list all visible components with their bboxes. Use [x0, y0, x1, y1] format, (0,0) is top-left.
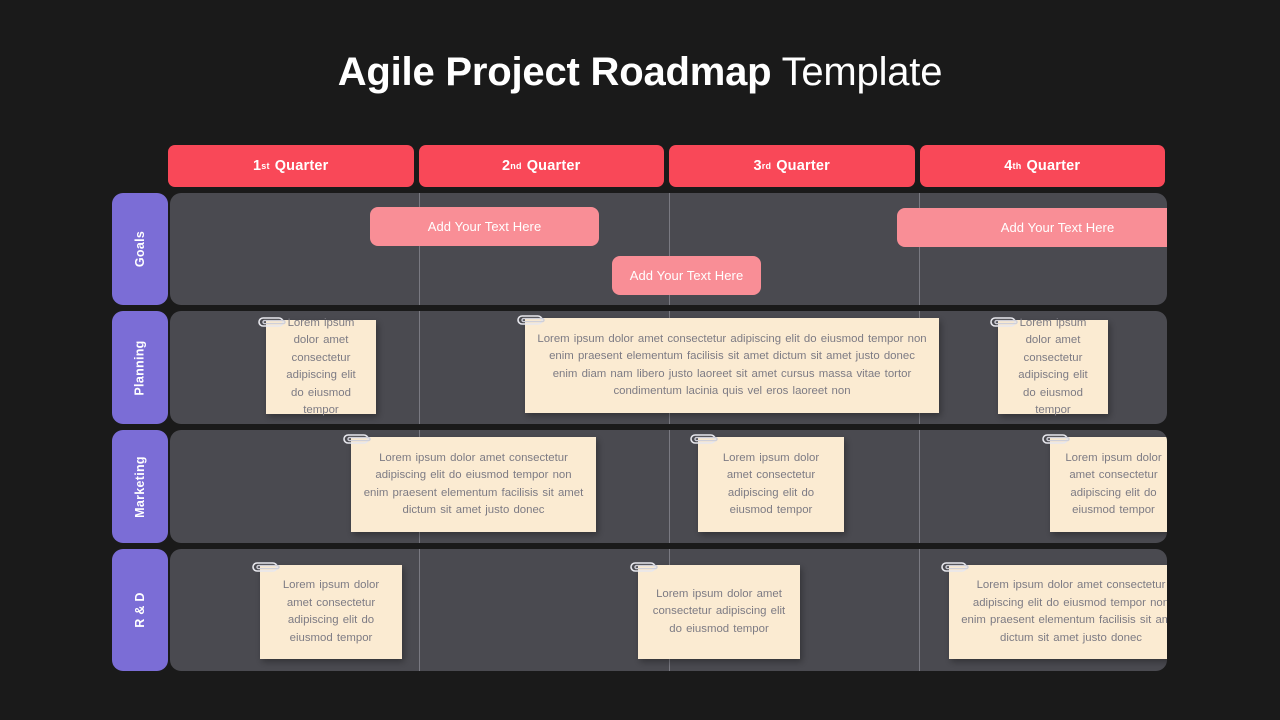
marketing-note-3[interactable]: Lorem ipsum dolor amet consectetur adipi…	[1042, 434, 1167, 532]
marketing-note-2[interactable]: Lorem ipsum dolor amet consectetur adipi…	[690, 434, 844, 532]
paperclip-icon	[990, 317, 1018, 327]
planning-note-2[interactable]: Lorem ipsum dolor amet consectetur adipi…	[517, 315, 939, 413]
quarter-ordinal-4: 4	[1004, 158, 1013, 174]
quarter-header-1[interactable]: 1st Quarter	[168, 145, 414, 187]
paperclip-icon	[1042, 434, 1070, 444]
row-goals: Goals Add Your Text Here Add Your Text H…	[112, 193, 1167, 305]
rnd-note-2[interactable]: Lorem ipsum dolor amet consectetur adipi…	[630, 562, 800, 659]
row-label-tab-marketing[interactable]: Marketing	[112, 430, 168, 543]
goals-text-box-3-label: Add Your Text Here	[1000, 220, 1115, 235]
page-title: Agile Project Roadmap Template	[0, 50, 1280, 95]
paperclip-icon	[630, 562, 658, 572]
row-label-rnd: R & D	[133, 592, 147, 628]
row-label-tab-planning[interactable]: Planning	[112, 311, 168, 424]
goals-text-box-2[interactable]: Add Your Text Here	[612, 256, 761, 295]
planning-note-2-text: Lorem ipsum dolor amet consectetur adipi…	[537, 332, 927, 398]
row-body-rnd: Lorem ipsum dolor amet consectetur adipi…	[170, 549, 1167, 671]
planning-note-1-text: Lorem ipsum dolor amet consectetur adipi…	[286, 316, 356, 417]
quarter-label-3: Quarter	[776, 158, 830, 174]
row-body-planning: Lorem ipsum dolor amet consectetur adipi…	[170, 311, 1167, 424]
row-rnd: R & D Lorem ipsum dolor amet consectetur…	[112, 549, 1167, 671]
quarter-header-2[interactable]: 2nd Quarter	[418, 145, 664, 187]
slide-canvas: Agile Project Roadmap Template 1st Quarte…	[0, 0, 1280, 720]
quarter-ordinal-2: 2	[502, 158, 511, 174]
paperclip-icon	[343, 434, 371, 444]
roadmap-board: Goals Add Your Text Here Add Your Text H…	[112, 193, 1167, 677]
goals-text-box-1-label: Add Your Text Here	[427, 219, 542, 234]
row-body-goals: Add Your Text Here Add Your Text Here Ad…	[170, 193, 1167, 305]
rnd-note-3[interactable]: Lorem ipsum dolor amet consectetur adipi…	[941, 562, 1167, 659]
paperclip-icon	[252, 562, 280, 572]
quarter-label-1: Quarter	[274, 158, 329, 174]
row-body-marketing: Lorem ipsum dolor amet consectetur adipi…	[170, 430, 1167, 543]
paperclip-icon	[258, 317, 286, 327]
row-label-planning: Planning	[133, 339, 147, 396]
row-marketing: Marketing Lorem ipsum dolor amet consect…	[112, 430, 1167, 543]
paperclip-icon	[941, 562, 969, 572]
quarter-suffix-3: rd	[761, 161, 772, 171]
quarter-ordinal-3: 3	[753, 158, 762, 174]
row-planning: Planning Lorem ipsum dolor amet consecte…	[112, 311, 1167, 424]
rnd-note-2-text: Lorem ipsum dolor amet consectetur adipi…	[652, 587, 786, 635]
planning-note-1[interactable]: Lorem ipsum dolor amet consectetur adipi…	[258, 317, 376, 416]
quarter-suffix-1: st	[261, 161, 270, 171]
quarter-suffix-2: nd	[510, 161, 522, 171]
quarter-suffix-4: th	[1012, 161, 1022, 171]
marketing-note-1[interactable]: Lorem ipsum dolor amet consectetur adipi…	[343, 434, 596, 532]
row-label-goals: Goals	[133, 230, 147, 268]
quarter-header-4[interactable]: 4th Quarter	[919, 145, 1165, 187]
planning-note-3-text: Lorem ipsum dolor amet consectetur adipi…	[1018, 316, 1088, 417]
column-dividers-marketing	[170, 430, 1167, 543]
quarter-ordinal-1: 1	[253, 158, 262, 174]
quarter-label-2: Quarter	[526, 158, 581, 174]
marketing-note-3-text: Lorem ipsum dolor amet consectetur adipi…	[1065, 451, 1162, 517]
rnd-note-1-text: Lorem ipsum dolor amet consectetur adipi…	[282, 579, 380, 644]
goals-text-box-3[interactable]: Add Your Text Here	[897, 208, 1167, 247]
rnd-note-3-text: Lorem ipsum dolor amet consectetur adipi…	[961, 579, 1167, 644]
marketing-note-2-text: Lorem ipsum dolor amet consectetur adipi…	[722, 451, 820, 517]
page-title-strong: Agile Project Roadmap	[337, 50, 772, 94]
rnd-note-1[interactable]: Lorem ipsum dolor amet consectetur adipi…	[252, 562, 402, 659]
planning-note-3[interactable]: Lorem ipsum dolor amet consectetur adipi…	[990, 317, 1108, 416]
quarter-label-4: Quarter	[1026, 158, 1081, 174]
paperclip-icon	[517, 315, 545, 325]
page-title-light: Template	[771, 50, 943, 94]
quarter-header-row: 1st Quarter 2nd Quarter 3rd Quarter 4th Quar…	[168, 145, 1165, 187]
goals-text-box-1[interactable]: Add Your Text Here	[370, 207, 599, 246]
row-label-marketing: Marketing	[133, 455, 147, 518]
row-label-tab-rnd[interactable]: R & D	[112, 549, 168, 671]
quarter-header-3[interactable]: 3rd Quarter	[669, 145, 915, 187]
marketing-note-1-text: Lorem ipsum dolor amet consectetur adipi…	[363, 451, 584, 517]
row-label-tab-goals[interactable]: Goals	[112, 193, 168, 305]
paperclip-icon	[690, 434, 718, 444]
goals-text-box-2-label: Add Your Text Here	[629, 268, 744, 283]
